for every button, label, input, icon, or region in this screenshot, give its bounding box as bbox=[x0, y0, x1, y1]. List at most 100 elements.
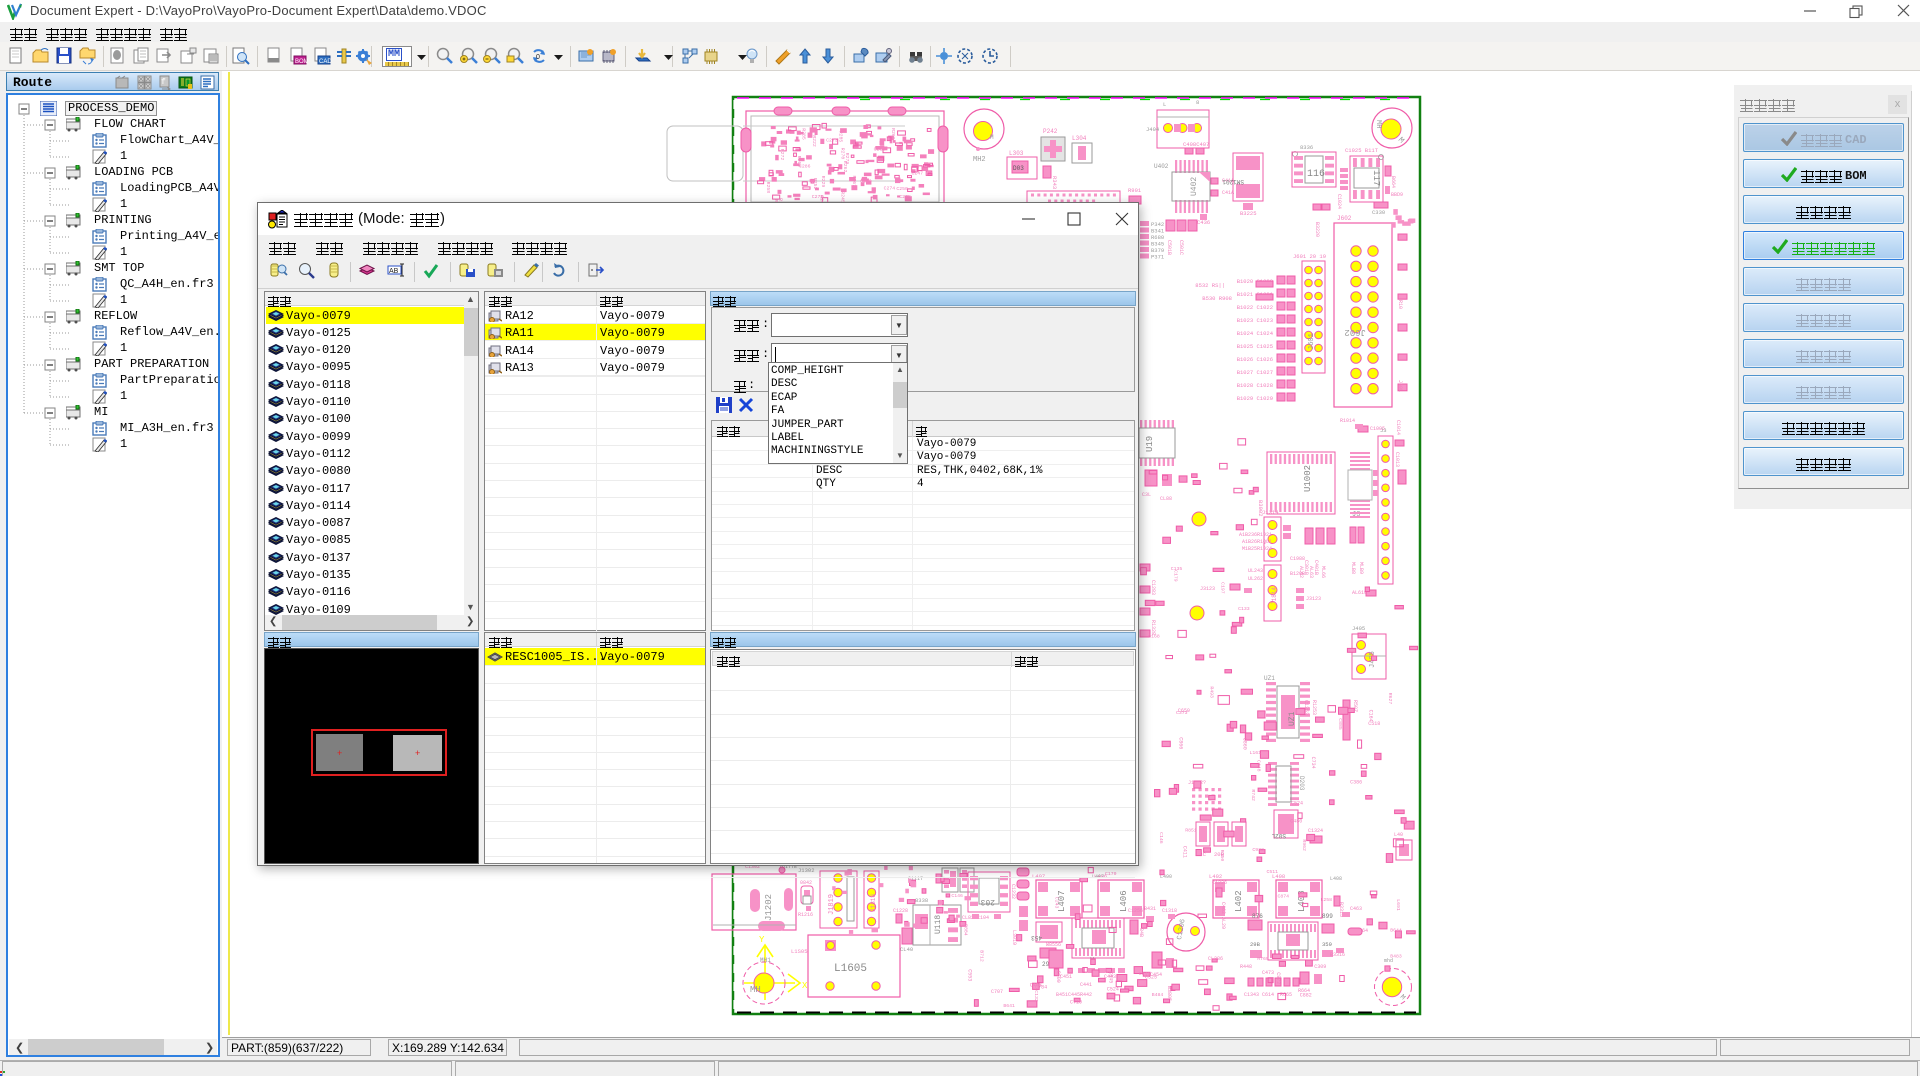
svg-text:C411: C411 bbox=[1182, 846, 1188, 858]
svg-text:C480: C480 bbox=[1290, 819, 1302, 825]
svg-text:B1028 C1028: B1028 C1028 bbox=[1237, 382, 1273, 389]
svg-text:BOM: BOM bbox=[295, 59, 308, 65]
svg-text:R627: R627 bbox=[1387, 693, 1393, 705]
svg-text:C408C407: C408C407 bbox=[1183, 141, 1209, 148]
svg-text:R350: R350 bbox=[1219, 850, 1225, 862]
svg-text:L161: L161 bbox=[1250, 750, 1262, 756]
svg-text:8336: 8336 bbox=[1300, 144, 1313, 151]
svg-text:C330: C330 bbox=[1372, 209, 1385, 216]
svg-text:UL262: UL262 bbox=[1248, 576, 1263, 582]
svg-text:B712: B712 bbox=[978, 950, 984, 962]
svg-text:L258: L258 bbox=[1321, 897, 1333, 903]
svg-text:B3220: B3220 bbox=[1314, 222, 1320, 237]
svg-text:R285: R285 bbox=[801, 128, 807, 140]
svg-text:U402: U402 bbox=[1190, 177, 1199, 196]
svg-text:BBD9: BBD9 bbox=[1391, 192, 1403, 198]
svg-text:C473: C473 bbox=[1262, 970, 1274, 976]
svg-text:C524: C524 bbox=[1291, 801, 1303, 807]
svg-text:CL88: CL88 bbox=[1160, 496, 1172, 502]
svg-text:R262: R262 bbox=[842, 161, 848, 173]
svg-text:C280: C280 bbox=[860, 179, 872, 185]
svg-text:C448: C448 bbox=[1256, 760, 1262, 772]
svg-text:R901: R901 bbox=[1128, 187, 1142, 194]
svg-text:C1005: C1005 bbox=[1370, 426, 1385, 432]
svg-text:C518: C518 bbox=[1368, 721, 1380, 727]
svg-text:R229: R229 bbox=[820, 176, 826, 188]
svg-text:R262: R262 bbox=[796, 156, 802, 168]
svg-text:B484: B484 bbox=[1152, 992, 1164, 998]
svg-text:C243: C243 bbox=[899, 194, 911, 200]
svg-text:U1002: U1002 bbox=[1303, 465, 1313, 492]
svg-text:R222: R222 bbox=[811, 135, 817, 147]
svg-text:L408: L408 bbox=[1330, 876, 1342, 882]
svg-text:C707: C707 bbox=[991, 989, 1003, 995]
svg-text:8338: 8338 bbox=[915, 897, 928, 904]
svg-text:B1022 C1022: B1022 C1022 bbox=[1237, 304, 1273, 311]
svg-text:C511: C511 bbox=[1267, 869, 1279, 875]
svg-text:C132: C132 bbox=[1033, 990, 1039, 1002]
svg-text:R769: R769 bbox=[1257, 956, 1269, 962]
svg-text:C874: C874 bbox=[1278, 894, 1290, 900]
svg-text:M1B25R1924: M1B25R1924 bbox=[1242, 546, 1272, 552]
svg-text:B451C445R442: B451C445R442 bbox=[1056, 992, 1092, 998]
svg-text:L402: L402 bbox=[1209, 873, 1222, 880]
svg-text:R493: R493 bbox=[1209, 686, 1215, 698]
svg-text:C262: C262 bbox=[874, 146, 886, 152]
svg-text:C135: C135 bbox=[1171, 566, 1183, 572]
svg-text:D03: D03 bbox=[1013, 165, 1024, 172]
svg-text:C524: C524 bbox=[1107, 986, 1119, 992]
svg-text:C386: C386 bbox=[1350, 780, 1362, 786]
svg-text:U402: U402 bbox=[1154, 163, 1169, 170]
svg-text:0: 0 bbox=[536, 54, 540, 61]
svg-text:116: 116 bbox=[1307, 169, 1325, 180]
svg-text:203: 203 bbox=[980, 897, 995, 906]
svg-text:C243: C243 bbox=[1054, 897, 1060, 909]
svg-text:B1025 C1025: B1025 C1025 bbox=[1237, 343, 1273, 350]
svg-text:J1818: J1818 bbox=[870, 894, 877, 912]
svg-text:X: X bbox=[802, 981, 808, 991]
svg-text:C133: C133 bbox=[1238, 606, 1250, 612]
svg-text:876: 876 bbox=[1252, 913, 1263, 920]
svg-text:MH2: MH2 bbox=[973, 156, 986, 164]
svg-text:ML66: ML66 bbox=[1320, 566, 1326, 578]
svg-text:CAD: CAD bbox=[319, 59, 332, 65]
svg-text:P371: P371 bbox=[1151, 254, 1165, 261]
svg-text:C1014: C1014 bbox=[1395, 420, 1401, 435]
svg-text:P242: P242 bbox=[1043, 128, 1058, 135]
svg-text:359: 359 bbox=[1322, 941, 1332, 948]
svg-text:R742: R742 bbox=[1250, 789, 1256, 801]
svg-text:MH: MH bbox=[750, 985, 761, 995]
svg-text:L1605: L1605 bbox=[834, 963, 867, 975]
svg-text:C1256: C1256 bbox=[1128, 908, 1143, 914]
svg-text:C1232: C1232 bbox=[1010, 884, 1016, 899]
svg-text:C1283: C1283 bbox=[1150, 580, 1156, 595]
svg-text:C710: C710 bbox=[1070, 1000, 1082, 1006]
svg-text:C250: C250 bbox=[896, 186, 908, 192]
svg-text:C501B: C501B bbox=[1166, 240, 1172, 255]
svg-text:f: f bbox=[161, 78, 166, 87]
svg-text:C463: C463 bbox=[1350, 906, 1362, 912]
svg-text:C734: C734 bbox=[1310, 757, 1316, 769]
svg-text:S02L: S02L bbox=[1271, 832, 1286, 839]
svg-text:C1228: C1228 bbox=[893, 908, 908, 914]
svg-text:R448: R448 bbox=[1240, 964, 1252, 970]
svg-text:R1328: R1328 bbox=[1150, 620, 1156, 635]
svg-text:B1029 C1029: B1029 C1029 bbox=[1237, 395, 1273, 402]
svg-text:B120B: B120B bbox=[1290, 571, 1305, 577]
svg-text:J1814: J1814 bbox=[1271, 587, 1278, 605]
svg-text:C41A: C41A bbox=[1222, 190, 1234, 196]
svg-text:C373: C373 bbox=[1176, 710, 1188, 716]
svg-text:453: 453 bbox=[1031, 934, 1042, 941]
svg-text:AB: AB bbox=[389, 268, 399, 275]
svg-text:U118: U118 bbox=[934, 915, 943, 934]
svg-text:J404: J404 bbox=[1146, 126, 1160, 133]
svg-text:R343: R343 bbox=[1051, 176, 1058, 189]
svg-text:R269: R269 bbox=[890, 128, 896, 140]
svg-text:L691: L691 bbox=[1395, 899, 1401, 911]
svg-text:B1023 C1023: B1023 C1023 bbox=[1237, 317, 1273, 324]
svg-text:MLB9: MLB9 bbox=[1358, 562, 1364, 574]
svg-text:C645: C645 bbox=[1107, 971, 1113, 983]
svg-text:J3123: J3123 bbox=[1306, 596, 1321, 602]
svg-text:SM1201: SM1201 bbox=[1222, 178, 1244, 185]
svg-text:B641: B641 bbox=[1003, 1003, 1015, 1009]
